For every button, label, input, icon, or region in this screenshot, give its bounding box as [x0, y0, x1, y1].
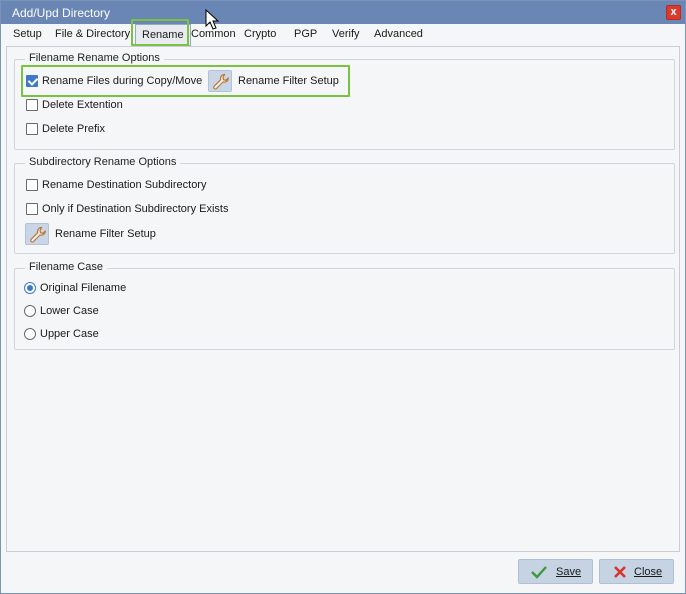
- close-x-icon: x: [670, 6, 677, 18]
- lower-case-radio[interactable]: [24, 305, 36, 317]
- rename-options-highlight-box: [21, 65, 350, 97]
- only-if-exists-label[interactable]: Only if Destination Subdirectory Exists: [42, 203, 228, 215]
- tab-verify[interactable]: Verify: [332, 28, 360, 40]
- wrench-icon: [30, 226, 46, 243]
- close-x-icon: [614, 566, 626, 578]
- tab-content-panel: Filename Rename Options Rename Files dur…: [6, 46, 680, 552]
- original-filename-label[interactable]: Original Filename: [40, 282, 126, 294]
- upper-case-radio[interactable]: [24, 328, 36, 340]
- delete-prefix-label[interactable]: Delete Prefix: [42, 123, 105, 135]
- filename-case-group: Filename Case Original Filename Lower Ca…: [14, 261, 675, 350]
- group-title: Filename Case: [25, 261, 107, 273]
- upper-case-label[interactable]: Upper Case: [40, 328, 99, 340]
- group-title: Filename Rename Options: [25, 52, 164, 64]
- tab-file-directory[interactable]: File & Directory: [55, 28, 130, 40]
- delete-extention-label[interactable]: Delete Extention: [42, 99, 123, 111]
- title-bar: Add/Upd Directory x: [1, 1, 685, 24]
- close-label: Close: [634, 566, 663, 578]
- tab-common[interactable]: Common: [191, 28, 236, 40]
- lower-case-label[interactable]: Lower Case: [40, 305, 99, 317]
- rename-destination-subdir-label[interactable]: Rename Destination Subdirectory: [42, 179, 206, 191]
- subdir-rename-filter-setup-label[interactable]: Rename Filter Setup: [55, 228, 156, 240]
- window-close-button[interactable]: x: [666, 5, 681, 20]
- rename-destination-subdir-checkbox[interactable]: [26, 179, 38, 191]
- tab-bar: Setup File & Directory Rename Common Cry…: [1, 24, 685, 46]
- delete-extention-checkbox[interactable]: [26, 99, 38, 111]
- subdir-rename-filter-setup-button[interactable]: [25, 223, 49, 245]
- tab-advanced[interactable]: Advanced: [374, 28, 423, 40]
- tab-pgp[interactable]: PGP: [294, 28, 317, 40]
- window-title: Add/Upd Directory: [12, 6, 111, 20]
- tab-crypto[interactable]: Crypto: [244, 28, 276, 40]
- original-filename-radio[interactable]: [24, 282, 36, 294]
- tab-setup[interactable]: Setup: [13, 28, 42, 40]
- only-if-exists-checkbox[interactable]: [26, 203, 38, 215]
- checkmark-icon: [531, 566, 547, 579]
- group-title: Subdirectory Rename Options: [25, 156, 181, 168]
- close-button[interactable]: Close: [599, 559, 674, 584]
- save-label: Save: [556, 566, 582, 578]
- tab-highlight-box: [131, 19, 189, 46]
- dialog-window: Add/Upd Directory x Setup File & Directo…: [0, 0, 686, 594]
- subdirectory-rename-group: Subdirectory Rename Options Rename Desti…: [14, 156, 675, 254]
- save-button[interactable]: Save: [518, 559, 593, 584]
- delete-prefix-checkbox[interactable]: [26, 123, 38, 135]
